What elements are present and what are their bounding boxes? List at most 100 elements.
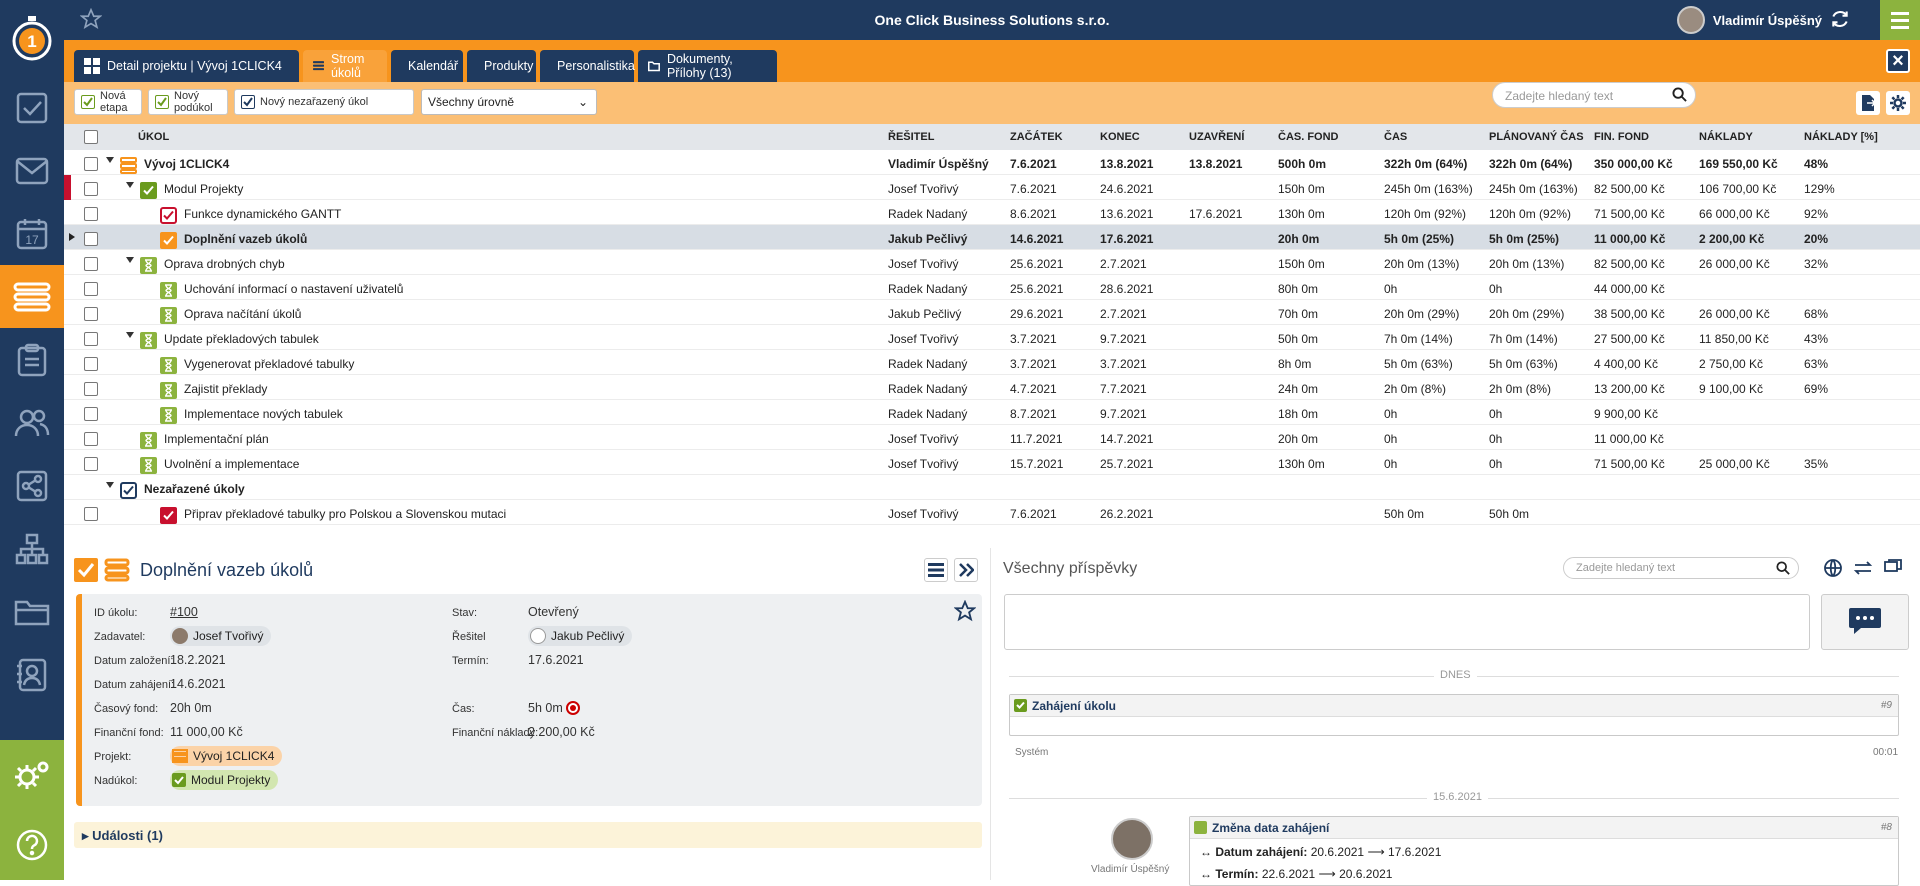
task-name[interactable]: Oprava načítání úkolů <box>184 307 301 321</box>
column-header[interactable]: ČAS. FOND <box>1278 131 1339 143</box>
expand-icon[interactable] <box>954 558 978 582</box>
requester-chip[interactable]: Josef Tvořivý <box>170 626 272 646</box>
task-check-orange-icon[interactable] <box>160 232 177 249</box>
parent-chip[interactable]: Modul Projekty <box>170 770 279 790</box>
column-header[interactable]: NÁKLADY <box>1699 131 1753 143</box>
table-row[interactable]: Připrav překladové tabulky pro Polskou a… <box>64 500 1920 525</box>
comment-input[interactable] <box>1004 594 1810 650</box>
column-header[interactable]: KONEC <box>1100 131 1140 143</box>
hourglass-icon[interactable] <box>160 282 177 299</box>
swap-icon[interactable] <box>1853 558 1873 581</box>
table-row[interactable]: Doplnění vazeb úkolů Jakub Pečlivý 14.6.20… <box>64 225 1920 250</box>
collapse-icon[interactable] <box>106 482 114 488</box>
table-row[interactable]: Implementace nových tabulek Radek Nadaný 8… <box>64 400 1920 425</box>
task-name[interactable]: Oprava drobných chyb <box>164 257 285 271</box>
task-name[interactable]: Uvolnění a implementace <box>164 457 299 471</box>
new-unassigned-task-button[interactable]: Nový nezařazený úkol <box>234 89 414 115</box>
search-icon[interactable] <box>1776 561 1790 578</box>
table-row[interactable]: Oprava načítání úkolů Jakub Pečlivý 29.6.2… <box>64 300 1920 325</box>
task-name[interactable]: Modul Projekty <box>164 182 243 196</box>
clipboard-nav-icon[interactable] <box>0 328 64 391</box>
collapse-icon[interactable] <box>126 257 134 263</box>
table-row[interactable]: Nezařazené úkoly <box>64 475 1920 500</box>
tab-hr[interactable]: Personalistika <box>540 50 635 82</box>
mail-nav-icon[interactable] <box>0 139 64 202</box>
table-row[interactable]: Modul Projekty Josef Tvořivý 7.6.2021 24.6.… <box>64 175 1920 200</box>
column-header[interactable]: ÚKOL <box>138 131 169 143</box>
column-header[interactable]: PLÁNOVANÝ ČAS <box>1489 131 1584 143</box>
task-name[interactable]: Doplnění vazeb úkolů <box>184 232 307 246</box>
tab-documents[interactable]: Dokumenty, Přílohy (13) <box>638 50 777 82</box>
table-row[interactable]: Oprava drobných chyb Josef Tvořivý 25.6.20… <box>64 250 1920 275</box>
row-checkbox[interactable] <box>84 332 98 346</box>
level-select[interactable]: Všechny úrovně ⌄ <box>421 89 597 115</box>
column-header[interactable]: FIN. FOND <box>1594 131 1649 143</box>
close-button[interactable]: × <box>1886 49 1910 73</box>
column-header[interactable]: ŘEŠITEL <box>888 131 934 143</box>
comments-search-input[interactable]: Zadejte hledaný text <box>1563 557 1799 579</box>
task-id-link[interactable]: #100 <box>170 605 198 619</box>
hourglass-icon[interactable] <box>140 457 157 474</box>
task-name[interactable]: Update překladových tabulek <box>164 332 319 346</box>
hourglass-icon[interactable] <box>140 332 157 349</box>
table-row[interactable]: Funkce dynamického GANTT Radek Nadaný 8.6.… <box>64 200 1920 225</box>
comments-icon[interactable] <box>1883 558 1903 581</box>
task-name[interactable]: Vývoj 1CLICK4 <box>144 157 229 171</box>
table-row[interactable]: Uchování informací o nastavení uživatelů… <box>64 275 1920 300</box>
task-name[interactable]: Připrav překladové tabulky pro Polskou a… <box>184 507 506 521</box>
solver-chip[interactable]: Jakub Pečlivý <box>528 626 633 646</box>
globe-icon[interactable] <box>1823 558 1843 581</box>
share-nav-icon[interactable] <box>0 454 64 517</box>
project-chip[interactable]: Vývoj 1CLICK4 <box>170 746 283 766</box>
send-comment-button[interactable] <box>1821 594 1909 650</box>
app-logo[interactable]: 1 <box>0 0 64 76</box>
hourglass-icon[interactable] <box>160 357 177 374</box>
column-header[interactable]: UZAVŘENÍ <box>1189 131 1244 143</box>
task-name[interactable]: Vygenerovat překladové tabulky <box>184 357 354 371</box>
record-time-icon[interactable] <box>566 701 580 715</box>
collapse-icon[interactable] <box>106 157 114 163</box>
collapse-icon[interactable] <box>126 332 134 338</box>
menu-icon[interactable] <box>924 558 948 582</box>
user-menu[interactable]: Vladimír Úspěšný <box>1676 6 1850 34</box>
project-tree-icon[interactable] <box>120 157 137 174</box>
task-name[interactable]: Nezařazené úkoly <box>144 482 245 496</box>
row-checkbox[interactable] <box>84 382 98 396</box>
task-check-red-icon[interactable] <box>160 507 177 524</box>
new-subtask-button[interactable]: Nový podúkol <box>148 89 228 115</box>
settings-nav-icon[interactable] <box>0 740 64 810</box>
unassigned-check-icon[interactable] <box>120 482 137 499</box>
tasks-nav-icon[interactable] <box>0 76 64 139</box>
refresh-icon[interactable] <box>1830 9 1850 32</box>
table-row[interactable]: Zajistit překlady Radek Nadaný 4.7.2021 7.7… <box>64 375 1920 400</box>
row-checkbox[interactable] <box>84 257 98 271</box>
row-checkbox[interactable] <box>84 232 98 246</box>
task-name[interactable]: Zajistit překlady <box>184 382 267 396</box>
folder-nav-icon[interactable] <box>0 580 64 643</box>
column-header[interactable]: NÁKLADY [%] <box>1804 131 1878 143</box>
export-icon[interactable] <box>1856 91 1880 115</box>
table-row[interactable]: Vývoj 1CLICK4 Vladimír Úspěšný 7.6.2021 13.… <box>64 150 1920 175</box>
column-header[interactable]: ZAČÁTEK <box>1010 131 1063 143</box>
org-chart-nav-icon[interactable] <box>0 517 64 580</box>
row-checkbox[interactable] <box>84 432 98 446</box>
hourglass-icon[interactable] <box>160 407 177 424</box>
row-checkbox[interactable] <box>84 182 98 196</box>
row-checkbox[interactable] <box>84 307 98 321</box>
task-done-icon[interactable] <box>140 182 157 199</box>
favorite-star-icon[interactable] <box>953 599 977 625</box>
main-menu-button[interactable] <box>1880 0 1920 40</box>
tab-calendar[interactable]: Kalendář <box>391 50 463 82</box>
tab-products[interactable]: Produkty <box>467 50 536 82</box>
table-row[interactable]: Vygenerovat překladové tabulky Radek Nada… <box>64 350 1920 375</box>
gear-icon[interactable] <box>1886 91 1910 115</box>
row-checkbox[interactable] <box>84 207 98 221</box>
hourglass-icon[interactable] <box>160 382 177 399</box>
people-nav-icon[interactable] <box>0 391 64 454</box>
hourglass-icon[interactable] <box>140 257 157 274</box>
tab-project-detail[interactable]: Detail projektu | Vývoj 1CLICK4 <box>74 50 299 82</box>
new-stage-button[interactable]: Nová etapa <box>74 89 142 115</box>
collapse-icon[interactable] <box>126 182 134 188</box>
calendar-nav-icon[interactable]: 17 <box>0 202 64 265</box>
table-row[interactable]: Implementační plán Josef Tvořivý 11.7.2021… <box>64 425 1920 450</box>
